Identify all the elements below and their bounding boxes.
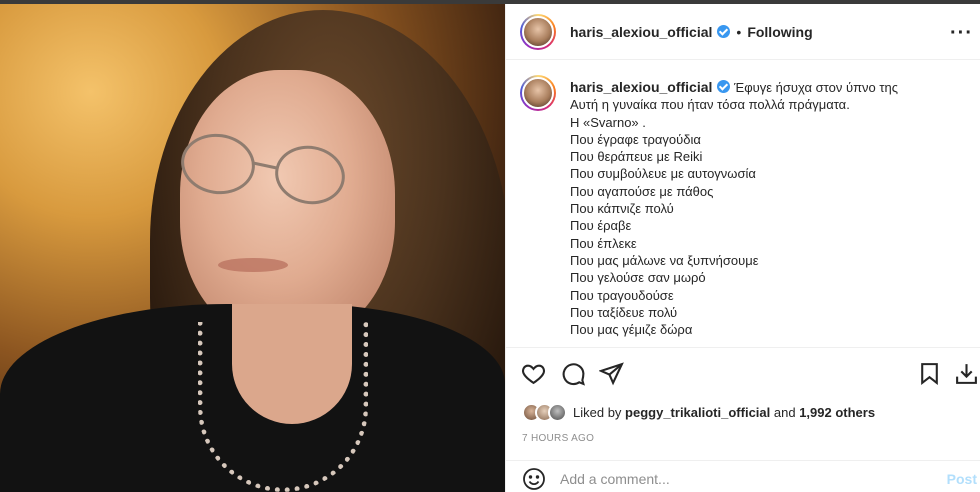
author-username[interactable]: haris_alexiou_official [570, 24, 712, 40]
post-caption: haris_alexiou_official Έφυγε ήσυχα στον … [506, 61, 980, 347]
caption-username[interactable]: haris_alexiou_official [570, 79, 712, 95]
likes-prefix: Liked by [573, 404, 622, 420]
caption-avatar-image [522, 77, 554, 109]
caption-line: Που έραβε [570, 218, 632, 234]
caption-line: Έφυγε ήσυχα στον ύπνο της [734, 80, 899, 95]
likes-connector: and [773, 404, 796, 420]
caption-line: Που αγαπούσε με πάθος [570, 183, 714, 199]
more-options-icon[interactable]: ··· [950, 22, 973, 45]
likes-others-link[interactable]: 1,992 others [799, 405, 875, 420]
photo-pearl-necklace [198, 322, 368, 492]
divider [506, 347, 980, 348]
author-avatar[interactable] [520, 13, 556, 50]
bookmark-icon[interactable] [914, 358, 944, 388]
likes-text: Liked by peggy_trikalioti_official and 1… [573, 405, 875, 420]
caption-line: Που μας μάλωνε να ξυπνήσουμε [570, 252, 759, 268]
caption-line: Που τραγουδούσε [570, 287, 674, 303]
verified-badge-icon [717, 25, 731, 38]
header-separator: • [736, 23, 742, 40]
caption-line: Που θεράπευε με Reiki [570, 149, 703, 165]
caption-line: Αυτή η γυναίκα που ήταν τόσα πολλά πράγμ… [570, 97, 850, 113]
header-text: haris_alexiou_official • Following [570, 24, 813, 40]
caption-line: Που συμβούλευε με αυτογνωσία [570, 166, 756, 182]
post-side-panel: haris_alexiou_official • Following ··· h… [505, 4, 980, 492]
heart-icon[interactable] [518, 358, 548, 388]
liker-avatar[interactable] [548, 402, 567, 422]
photo-lips [218, 258, 288, 272]
likes-summary: Liked by peggy_trikalioti_official and 1… [522, 402, 875, 422]
comment-bar: Post [506, 460, 980, 492]
share-icon[interactable] [596, 358, 626, 388]
photo-face [180, 70, 395, 340]
emoji-icon[interactable] [522, 467, 546, 491]
caption-line: Που έπλεκε [570, 235, 637, 251]
post-photo[interactable] [0, 4, 505, 492]
caption-author-avatar[interactable] [520, 75, 556, 111]
following-button[interactable]: Following [747, 24, 812, 40]
post-header: haris_alexiou_official • Following ··· [506, 4, 980, 60]
author-avatar-image [522, 15, 554, 48]
caption-line: Που ταξίδευε πολύ [570, 304, 678, 320]
caption-line: Που κάπνιζε πολύ [570, 201, 674, 217]
caption-line: Που γελούσε σαν μωρό [570, 270, 706, 286]
caption-first-line: haris_alexiou_official Έφυγε ήσυχα στον … [570, 79, 975, 96]
caption-line: Που έγραφε τραγούδια [570, 131, 701, 147]
liker-username-link[interactable]: peggy_trikalioti_official [625, 405, 770, 420]
caption-verified-badge-icon [717, 80, 731, 93]
download-icon[interactable] [951, 358, 980, 388]
comment-input[interactable] [560, 470, 920, 487]
post-comment-button[interactable]: Post [947, 471, 977, 487]
caption-line: Η «Svarno» . [570, 114, 646, 130]
post-timestamp[interactable]: 7 HOURS AGO [522, 433, 594, 444]
action-bar [506, 358, 980, 390]
caption-text: haris_alexiou_official Έφυγε ήσυχα στον … [570, 79, 975, 338]
comment-icon[interactable] [558, 358, 588, 388]
caption-line: Που μας γέμιζε δώρα [570, 322, 693, 338]
